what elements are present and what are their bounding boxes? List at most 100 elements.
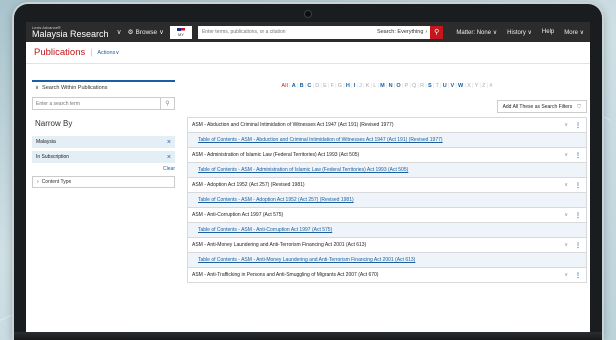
- table-of-contents-link[interactable]: Table of Contents - ASM - Administration…: [187, 162, 587, 178]
- search-input[interactable]: [197, 25, 374, 39]
- matter-menu[interactable]: Matter: None ∨: [456, 29, 497, 36]
- history-menu[interactable]: History ∨: [507, 29, 532, 36]
- letter-filter[interactable]: All: [281, 83, 288, 89]
- letter-filter[interactable]: W: [458, 83, 463, 89]
- chevron-down-icon[interactable]: ∨: [117, 28, 122, 36]
- filter-chip-label: Malaysia: [36, 139, 56, 145]
- chevron-down-icon[interactable]: ∨: [564, 212, 568, 218]
- publication-title[interactable]: ASM - Abduction and Criminal Intimidatio…: [192, 122, 393, 128]
- more-options-icon[interactable]: ⋮: [575, 242, 581, 249]
- letter-filter: X: [467, 83, 471, 89]
- clear-filters-link[interactable]: Clear: [32, 166, 175, 172]
- more-options-icon[interactable]: ⋮: [575, 152, 581, 159]
- publication-title[interactable]: ASM - Administration of Islamic Law (Fed…: [192, 152, 359, 158]
- chevron-down-icon[interactable]: ∨: [564, 152, 568, 158]
- filter-icon: ⛉: [577, 103, 581, 110]
- letter-separator: |: [296, 83, 299, 89]
- publication-row[interactable]: ASM - Anti-Trafficking in Persons and An…: [187, 267, 587, 283]
- letter-filter[interactable]: H: [346, 83, 350, 89]
- letter-filter[interactable]: M: [380, 83, 385, 89]
- publication-title[interactable]: ASM - Anti-Trafficking in Persons and An…: [192, 272, 378, 278]
- actions-label: Actions: [97, 49, 116, 56]
- more-options-icon[interactable]: ⋮: [575, 272, 581, 279]
- letter-separator: |: [289, 83, 291, 89]
- brand[interactable]: Lexis Advance® Malaysia Research: [32, 25, 109, 39]
- filter-panel: ∨ Search Within Publications ⚲ Narrow By…: [32, 80, 175, 188]
- more-options-icon[interactable]: ⋮: [575, 212, 581, 219]
- letter-filter: R: [420, 83, 425, 89]
- search-within-label: Search Within Publications: [42, 85, 108, 91]
- content-type-filter[interactable]: › Content Type: [32, 176, 175, 188]
- narrow-by-heading: Narrow By: [35, 119, 73, 128]
- search-within-input[interactable]: [32, 97, 161, 110]
- publication-row[interactable]: ASM - Anti-Corruption Act 1997 (Act 575)…: [187, 207, 587, 223]
- gear-icon: ⚙: [127, 29, 134, 36]
- letter-separator: |: [417, 83, 420, 89]
- search-icon: ⚲: [165, 101, 170, 107]
- add-all-label: Add All These as Search Filters: [502, 103, 573, 110]
- table-of-contents-link[interactable]: Table of Contents - ASM - Anti-Corruptio…: [187, 222, 587, 238]
- more-options-icon[interactable]: ⋮: [575, 182, 581, 189]
- publications-panel: All|A|B|C|D|E|F|G|H|I|J|K|L|M|N|O|P|Q|R|…: [187, 80, 587, 283]
- letter-separator: |: [471, 83, 474, 89]
- chevron-down-icon[interactable]: ∨: [564, 122, 568, 128]
- help-link[interactable]: Help: [542, 29, 554, 36]
- add-all-row: Add All These as Search Filters ⛉: [187, 100, 587, 113]
- chevron-right-icon: ›: [425, 29, 428, 35]
- close-icon[interactable]: ×: [167, 139, 171, 146]
- letter-separator: |: [447, 83, 450, 89]
- add-all-filters-button[interactable]: Add All These as Search Filters ⛉: [496, 100, 587, 113]
- letter-filter[interactable]: N: [389, 83, 393, 89]
- browse-label: Browse: [135, 28, 158, 36]
- letter-separator: |: [401, 83, 404, 89]
- laptop-frame: Lexis Advance® Malaysia Research ∨ ⚙ Bro…: [14, 4, 602, 340]
- search-button[interactable]: ⚲: [430, 25, 444, 39]
- chevron-down-icon[interactable]: ∨: [564, 242, 568, 248]
- table-of-contents-link[interactable]: Table of Contents - ASM - Adoption Act 1…: [187, 192, 587, 208]
- publication-title[interactable]: ASM - Adoption Act 1952 (Act 257) (Revis…: [192, 182, 305, 188]
- more-menu[interactable]: More ∨: [564, 29, 584, 36]
- table-of-contents-link[interactable]: Table of Contents - ASM - Anti-Money Lau…: [187, 252, 587, 268]
- publication-title[interactable]: ASM - Anti-Money Laundering and Anti-Ter…: [192, 242, 366, 248]
- letter-filter: P: [404, 83, 409, 89]
- table-of-contents-link[interactable]: Table of Contents - ASM - Abduction and …: [187, 132, 587, 148]
- close-icon[interactable]: ×: [167, 154, 171, 161]
- letter-filter[interactable]: O: [396, 83, 400, 89]
- letter-filter[interactable]: S: [428, 83, 432, 89]
- letter-separator: |: [455, 83, 458, 89]
- actions-menu[interactable]: Actions∨: [97, 50, 119, 56]
- publication-title[interactable]: ASM - Anti-Corruption Act 1997 (Act 575): [192, 212, 283, 218]
- letter-separator: |: [327, 83, 330, 89]
- letter-filter[interactable]: U: [443, 83, 447, 89]
- more-options-icon[interactable]: ⋮: [575, 122, 581, 129]
- letter-filter[interactable]: C: [307, 83, 311, 89]
- publication-row[interactable]: ASM - Anti-Money Laundering and Anti-Ter…: [187, 237, 587, 253]
- search-within-toggle[interactable]: ∨ Search Within Publications: [32, 80, 175, 94]
- publication-row[interactable]: ASM - Administration of Islamic Law (Fed…: [187, 147, 587, 163]
- letter-separator: |: [479, 83, 482, 89]
- letter-filter: E: [323, 83, 327, 89]
- letter-separator: |: [351, 83, 353, 89]
- publication-list: ASM - Abduction and Criminal Intimidatio…: [187, 117, 587, 283]
- publication-row[interactable]: ASM - Abduction and Criminal Intimidatio…: [187, 117, 587, 133]
- jurisdiction-selector[interactable]: MY: [169, 25, 192, 39]
- letter-filter: G: [337, 83, 343, 89]
- letter-filter[interactable]: A: [292, 83, 296, 89]
- page-title: Publications: [34, 47, 86, 58]
- letter-filter: K: [365, 83, 370, 89]
- chevron-down-icon[interactable]: ∨: [564, 182, 568, 188]
- letter-filter: F: [330, 83, 335, 89]
- letter-separator: |: [343, 83, 345, 89]
- letter-filter: T: [435, 83, 440, 89]
- search-scope-select[interactable]: Search: Everything ›: [373, 25, 431, 39]
- chevron-down-icon[interactable]: ∨: [564, 272, 568, 278]
- letter-filter[interactable]: V: [451, 83, 455, 89]
- letter-filter[interactable]: B: [300, 83, 304, 89]
- letter-separator: |: [432, 83, 435, 89]
- search-within-button[interactable]: ⚲: [161, 97, 175, 110]
- browse-menu[interactable]: ⚙ Browse ∨: [127, 28, 164, 37]
- nav-right-menu: Matter: None ∨ History ∨ Help More ∨: [456, 29, 584, 36]
- divider: |: [90, 48, 93, 57]
- letter-filter: Q: [412, 83, 417, 89]
- publication-row[interactable]: ASM - Adoption Act 1952 (Act 257) (Revis…: [187, 177, 587, 193]
